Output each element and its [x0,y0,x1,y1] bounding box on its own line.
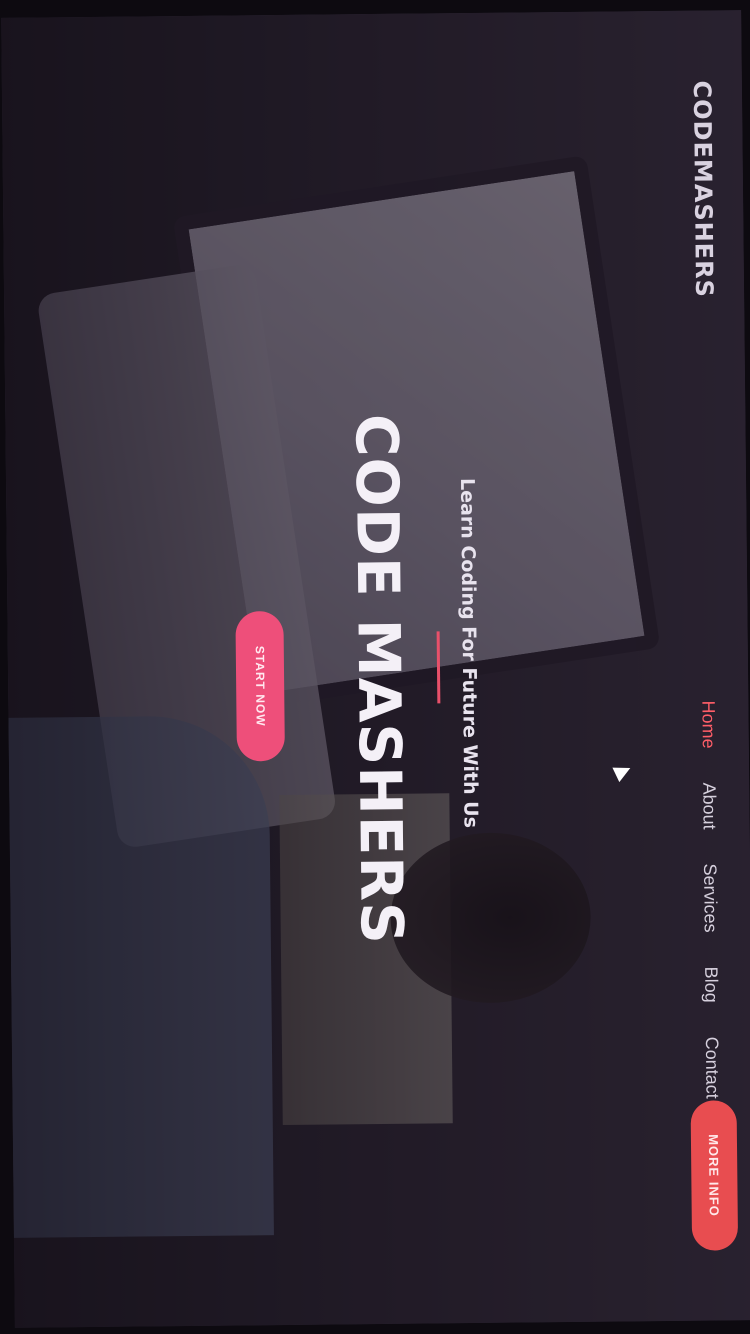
nav-blog[interactable]: Blog [700,967,721,1003]
brand-logo[interactable]: CODEMASHERS [688,80,718,298]
nav-contact[interactable]: Contact [701,1037,723,1099]
nav-about[interactable]: About [698,782,719,829]
hero-title: CODE MASHERS [342,413,416,946]
main-nav: Home About Services Blog Contact [697,700,722,1098]
hero-tagline: Learn Coding For Future With Us [456,477,482,829]
landing-page: CODEMASHERS Home About Services Blog Con… [1,10,750,1328]
more-info-button[interactable]: MORE INFO [690,1100,739,1251]
nav-services[interactable]: Services [699,863,721,932]
start-now-button[interactable]: START NOW [235,610,285,762]
nav-home[interactable]: Home [697,700,719,748]
browser-viewport: CODEMASHERS Home About Services Blog Con… [1,10,750,1328]
photo-frame: CODEMASHERS Home About Services Blog Con… [0,0,750,1334]
